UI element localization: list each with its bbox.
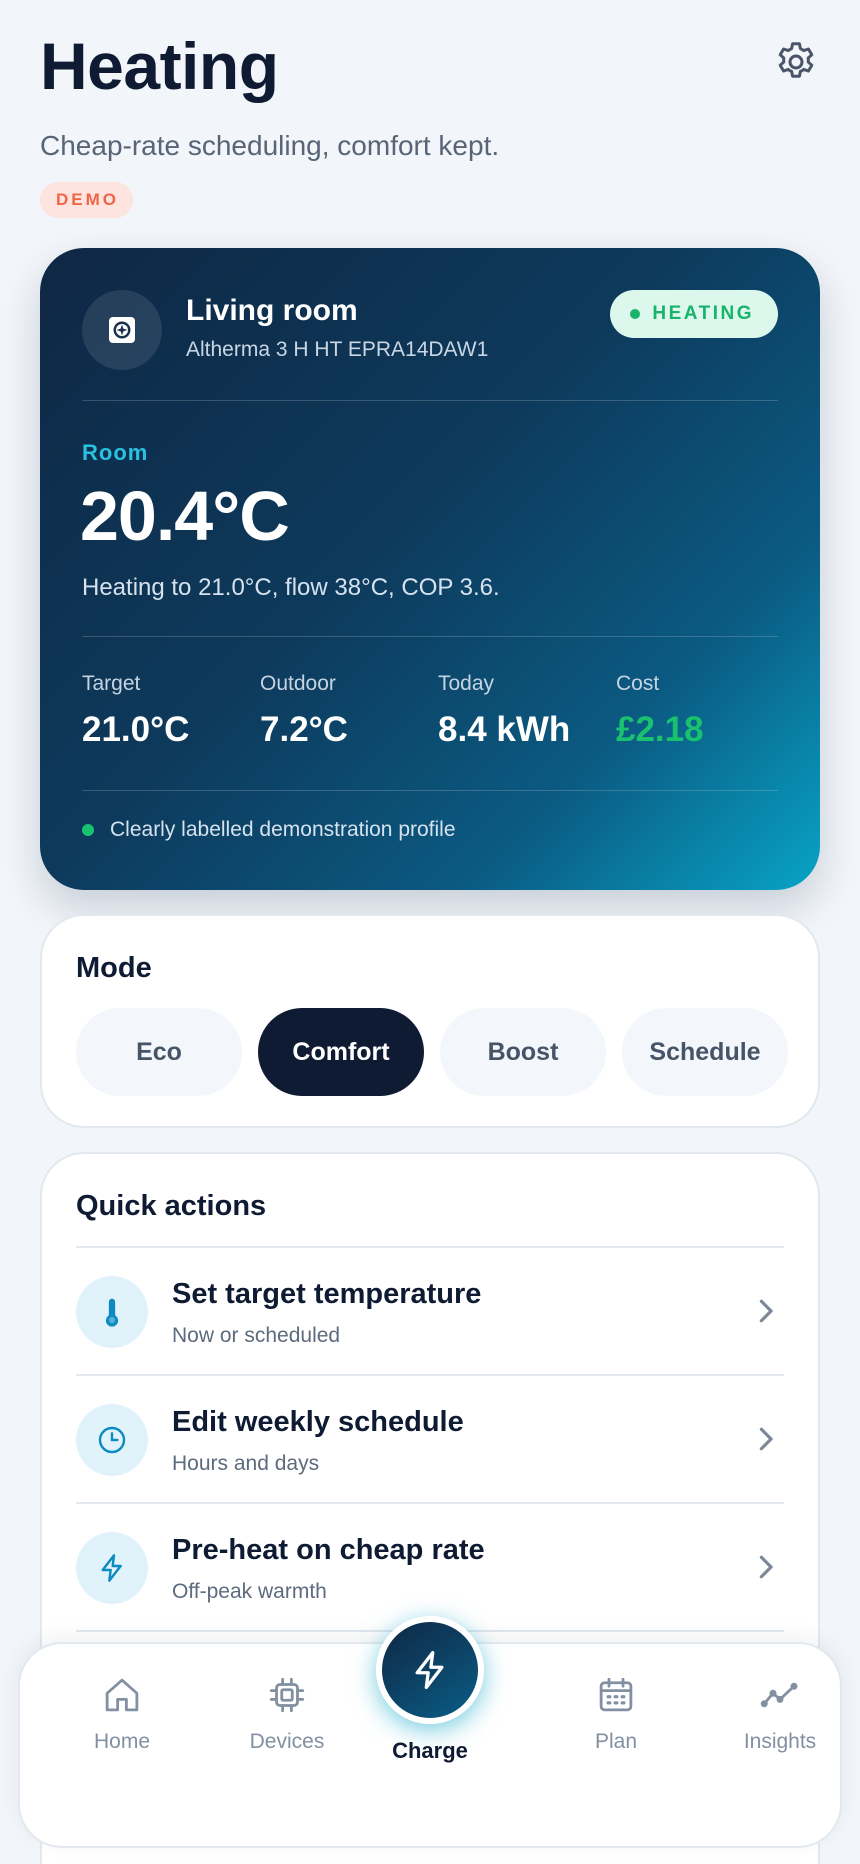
footnote-text: Clearly labelled demonstration profile bbox=[110, 818, 456, 841]
room-label: Room bbox=[82, 440, 149, 465]
nav-charge[interactable]: Charge bbox=[360, 1616, 500, 1764]
stat-label: Cost bbox=[616, 672, 660, 695]
nav-home[interactable]: Home bbox=[52, 1674, 192, 1754]
room-temperature: 20.4°C bbox=[80, 477, 290, 555]
quick-actions-list: Set target temperature Now or scheduled … bbox=[76, 1246, 784, 1632]
action-pre-heat-cheap-rate[interactable]: Pre-heat on cheap rate Off-peak warmth bbox=[76, 1502, 784, 1630]
mode-comfort-button[interactable]: Comfort bbox=[258, 1008, 424, 1096]
nav-insights[interactable]: Insights bbox=[710, 1674, 850, 1754]
device-model: Altherma 3 H HT EPRA14DAW1 bbox=[186, 338, 489, 361]
chevron-right-icon bbox=[759, 1299, 773, 1323]
chevron-right-icon bbox=[759, 1555, 773, 1579]
calendar-icon bbox=[599, 1677, 633, 1712]
chevron-right-icon bbox=[759, 1427, 773, 1451]
action-title: Edit weekly schedule bbox=[172, 1406, 464, 1438]
stat-cost: Cost £2.18 bbox=[616, 672, 704, 750]
stat-target: Target 21.0°C bbox=[82, 672, 189, 750]
mode-title: Mode bbox=[76, 952, 152, 984]
nav-plan[interactable]: Plan bbox=[546, 1674, 686, 1754]
settings-button[interactable] bbox=[772, 38, 820, 86]
stat-value: 8.4 kWh bbox=[438, 710, 571, 749]
trend-icon bbox=[760, 1682, 798, 1708]
mode-eco-button[interactable]: Eco bbox=[76, 1008, 242, 1096]
heating-screen: Heating Cheap-rate scheduling, comfort k… bbox=[0, 0, 860, 1864]
nav-label: Insights bbox=[743, 1730, 817, 1753]
stat-label: Outdoor bbox=[260, 672, 336, 695]
stat-value: 21.0°C bbox=[82, 710, 190, 749]
footnote-dot bbox=[82, 824, 94, 836]
mode-card: Mode Eco Comfort Boost Schedule bbox=[40, 914, 820, 1128]
action-edit-weekly-schedule[interactable]: Edit weekly schedule Hours and days bbox=[76, 1374, 784, 1502]
action-subtitle: Off-peak warmth bbox=[172, 1580, 327, 1603]
status-badge: HEATING bbox=[610, 290, 778, 338]
demo-footnote: Clearly labelled demonstration profile bbox=[82, 818, 456, 842]
mode-boost-button[interactable]: Boost bbox=[440, 1008, 606, 1096]
action-set-target-temperature[interactable]: Set target temperature Now or scheduled bbox=[76, 1246, 784, 1374]
clock-icon bbox=[76, 1404, 148, 1476]
action-title: Set target temperature bbox=[172, 1278, 482, 1310]
quick-actions-title: Quick actions bbox=[76, 1190, 267, 1222]
home-icon bbox=[105, 1678, 139, 1712]
divider bbox=[82, 636, 778, 637]
stat-label: Today bbox=[438, 672, 495, 695]
lightning-icon bbox=[76, 1532, 148, 1604]
stat-outdoor: Outdoor 7.2°C bbox=[260, 672, 348, 750]
gear-icon bbox=[778, 42, 814, 78]
chip-icon bbox=[269, 1677, 305, 1713]
stat-label: Target bbox=[82, 672, 141, 695]
nav-label: Plan bbox=[594, 1730, 638, 1753]
action-subtitle: Hours and days bbox=[172, 1452, 320, 1475]
stat-value: £2.18 bbox=[616, 710, 704, 749]
stat-value: 7.2°C bbox=[260, 710, 348, 749]
action-subtitle: Now or scheduled bbox=[172, 1324, 341, 1347]
demo-badge: DEMO bbox=[40, 182, 133, 218]
device-name: Living room bbox=[186, 294, 358, 327]
lightning-icon bbox=[415, 1650, 444, 1690]
status-dot bbox=[630, 309, 641, 319]
nav-label: Charge bbox=[392, 1738, 468, 1763]
mode-schedule-button[interactable]: Schedule bbox=[622, 1008, 788, 1096]
charge-button[interactable] bbox=[376, 1616, 484, 1724]
nav-label: Devices bbox=[249, 1730, 325, 1753]
divider bbox=[82, 790, 778, 791]
mode-selector: Eco Comfort Boost Schedule bbox=[76, 1008, 788, 1096]
nav-devices[interactable]: Devices bbox=[217, 1674, 357, 1754]
nav-label: Home bbox=[93, 1730, 151, 1753]
action-title: Pre-heat on cheap rate bbox=[172, 1534, 485, 1566]
page-subtitle: Cheap-rate scheduling, comfort kept. bbox=[40, 130, 500, 161]
device-status-card: Living room Altherma 3 H HT EPRA14DAW1 H… bbox=[40, 248, 820, 890]
status-label: HEATING bbox=[652, 303, 754, 324]
heat-pump-icon bbox=[82, 290, 162, 370]
thermometer-icon bbox=[76, 1276, 148, 1348]
stat-today: Today 8.4 kWh bbox=[438, 672, 570, 750]
device-header: Living room Altherma 3 H HT EPRA14DAW1 H… bbox=[82, 290, 778, 370]
divider bbox=[82, 400, 778, 401]
page-title: Heating bbox=[40, 29, 279, 103]
room-description: Heating to 21.0°C, flow 38°C, COP 3.6. bbox=[82, 574, 500, 601]
page-header: Heating Cheap-rate scheduling, comfort k… bbox=[40, 30, 820, 218]
